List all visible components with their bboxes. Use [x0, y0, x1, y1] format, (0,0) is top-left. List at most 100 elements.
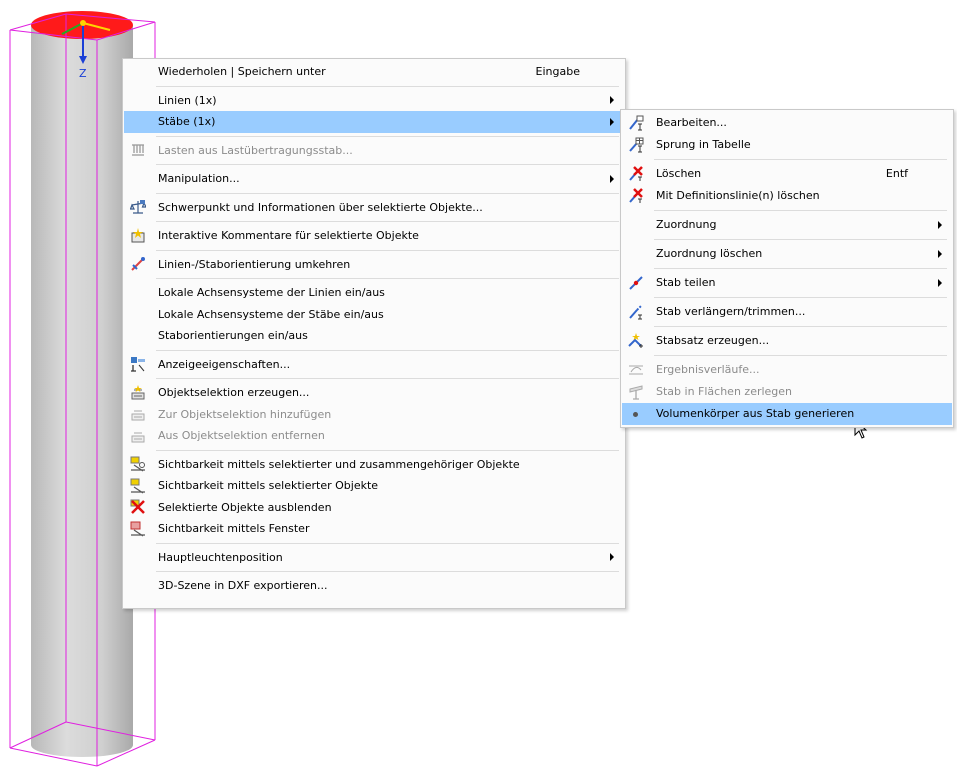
- menu-item-visibility-window[interactable]: Sichtbarkeit mittels Fenster: [124, 518, 624, 540]
- visibility-window-icon: [130, 521, 145, 537]
- menu-item-label: Ergebnisverläufe...: [656, 363, 760, 376]
- menu-item-local-axes-lines[interactable]: Lokale Achsensysteme der Linien ein/aus: [124, 282, 624, 304]
- menu-item-loads-from-load-transfer-member[interactable]: Lasten aus Lastübertragungsstab...: [124, 140, 624, 162]
- menu-item-label: Lasten aus Lastübertragungsstab...: [158, 143, 353, 157]
- menu-separator: [156, 85, 619, 87]
- menu-item-label: Mit Definitionslinie(n) löschen: [656, 189, 820, 202]
- menu-item-label: Zuordnung: [656, 218, 717, 231]
- menu-item-display-properties[interactable]: Anzeigeeigenschaften...: [124, 354, 624, 376]
- table-jump-icon: [629, 137, 644, 153]
- menu-item-manipulation[interactable]: Manipulation...: [124, 168, 624, 190]
- menu-item-visibility-selected[interactable]: Sichtbarkeit mittels selektierter Objekt…: [124, 475, 624, 497]
- menu-item-hide-selected[interactable]: Selektierte Objekte ausblenden: [124, 497, 624, 519]
- menu-item-label: Wiederholen | Speichern unter: [158, 65, 326, 78]
- extend-trim-icon: [629, 305, 642, 320]
- menu-item-label: Stäbe (1x): [158, 115, 216, 128]
- menu-separator: [156, 135, 619, 137]
- hide-selected-icon: [130, 499, 145, 515]
- divide-member-icon: [629, 276, 643, 290]
- menu-item-create-object-selection[interactable]: Objektselektion erzeugen...: [124, 382, 624, 404]
- menu-item-main-light-position[interactable]: Hauptleuchtenposition: [124, 547, 624, 569]
- menu-item-visibility-selected-and-related[interactable]: Sichtbarkeit mittels selektierter und zu…: [124, 454, 624, 476]
- menu-item-lines[interactable]: Linien (1x): [124, 90, 624, 112]
- menu-item-label: Lokale Achsensysteme der Linien ein/aus: [158, 286, 385, 299]
- menu-item-label: Sichtbarkeit mittels selektierter Objekt…: [158, 479, 379, 492]
- object-selection-icon: [131, 384, 145, 400]
- menu-item-label: Stabsatz erzeugen...: [656, 334, 770, 347]
- menu-separator: [156, 192, 619, 194]
- submenu-item-generate-solid[interactable]: Volumenkörper aus Stab generieren: [622, 403, 952, 425]
- shortcut-label: Entf: [885, 167, 908, 180]
- menu-item-label: Stab teilen: [656, 276, 716, 289]
- menu-separator: [156, 571, 619, 572]
- menu-item-remove-from-object-selection[interactable]: Aus Objektselektion entfernen: [124, 425, 624, 447]
- bullet-icon: [633, 411, 638, 417]
- menu-item-label: Löschen: [656, 167, 702, 180]
- menu-separator: [156, 249, 619, 251]
- menu-item-label: Lokale Achsensysteme der Stäbe ein/aus: [158, 307, 384, 321]
- menu-item-label: Objektselektion erzeugen...: [158, 386, 310, 399]
- menu-item-add-to-object-selection[interactable]: Zur Objektselektion hinzufügen: [124, 404, 624, 426]
- menu-separator: [156, 221, 619, 222]
- menu-item-centroid-info[interactable]: Schwerpunkt und Informationen über selek…: [124, 197, 624, 219]
- menu-item-interactive-comments[interactable]: Interaktive Kommentare für selektierte O…: [124, 225, 624, 247]
- menu-item-label: Zur Objektselektion hinzufügen: [158, 407, 332, 421]
- menu-separator: [156, 164, 619, 165]
- menu-item-label: Zuordnung löschen: [656, 247, 763, 260]
- member-set-icon: [628, 333, 643, 348]
- scale-balance-icon: [130, 200, 146, 214]
- menu-item-label: Volumenkörper aus Stab generieren: [656, 407, 855, 420]
- submenu-item-edit[interactable]: Bearbeiten...: [622, 112, 952, 134]
- load-transfer-icon: [132, 144, 144, 156]
- submenu-item-delete-assignment[interactable]: Zuordnung löschen: [622, 243, 952, 265]
- menu-item-label: Hauptleuchtenposition: [158, 550, 283, 564]
- menu-separator: [156, 449, 619, 451]
- menu-separator: [156, 278, 619, 279]
- menu-separator: [156, 542, 619, 544]
- context-menu: Wiederholen | Speichern unter Eingabe Li…: [122, 58, 626, 609]
- menu-item-label: Linien (1x): [158, 93, 217, 107]
- submenu-item-delete[interactable]: Löschen Entf: [622, 163, 952, 185]
- submenu-item-delete-with-definition-lines[interactable]: Mit Definitionslinie(n) löschen: [622, 185, 952, 207]
- submenu-item-split-into-surfaces[interactable]: Stab in Flächen zerlegen: [622, 381, 952, 403]
- submenu-item-jump-to-table[interactable]: Sprung in Tabelle: [622, 134, 952, 156]
- menu-separator: [654, 268, 947, 269]
- menu-separator: [654, 239, 947, 240]
- submenu-arrow-icon: [610, 174, 614, 183]
- cylinder-body[interactable]: [31, 25, 133, 757]
- menu-item-label: Stab in Flächen zerlegen: [656, 385, 793, 398]
- menu-item-repeat-save-as[interactable]: Wiederholen | Speichern unter Eingabe: [124, 61, 624, 83]
- comment-spark-icon: [131, 227, 145, 243]
- menu-item-label: Linien-/Staborientierung umkehren: [158, 257, 351, 271]
- menu-item-reverse-orientation[interactable]: Linien-/Staborientierung umkehren: [124, 254, 624, 276]
- shortcut-label: Eingabe: [535, 65, 580, 78]
- submenu-item-result-diagrams[interactable]: Ergebnisverläufe...: [622, 359, 952, 381]
- submenu-item-extend-trim[interactable]: Stab verlängern/trimmen...: [622, 301, 952, 323]
- menu-item-label: Anzeigeeigenschaften...: [158, 357, 291, 371]
- menu-item-label: Sichtbarkeit mittels selektierter und zu…: [158, 457, 520, 471]
- menu-item-label: Staborientierungen ein/aus: [158, 329, 308, 342]
- remove-selection-icon: [131, 432, 145, 443]
- visibility-related-icon: [130, 456, 145, 472]
- submenu-arrow-icon: [610, 117, 614, 126]
- menu-item-export-dxf[interactable]: 3D-Szene in DXF exportieren...: [124, 575, 624, 597]
- submenu-item-assignment[interactable]: Zuordnung: [622, 214, 952, 236]
- menu-item-label: Selektierte Objekte ausblenden: [158, 500, 332, 514]
- submenu-arrow-icon: [938, 250, 942, 258]
- menu-item-member-orientations[interactable]: Staborientierungen ein/aus: [124, 325, 624, 347]
- submenu-arrow-icon: [610, 96, 614, 105]
- menu-item-label: Sprung in Tabelle: [656, 138, 751, 151]
- menu-item-local-axes-members[interactable]: Lokale Achsensysteme der Stäbe ein/aus: [124, 304, 624, 326]
- submenu-arrow-icon: [610, 553, 614, 562]
- submenu-item-create-member-set[interactable]: Stabsatz erzeugen...: [622, 330, 952, 352]
- menu-item-members[interactable]: Stäbe (1x): [124, 111, 624, 133]
- edit-member-icon: [629, 115, 644, 131]
- menu-separator: [654, 210, 947, 211]
- menu-item-label: 3D-Szene in DXF exportieren...: [158, 579, 328, 592]
- menu-separator: [156, 378, 619, 379]
- menu-item-label: Bearbeiten...: [656, 116, 727, 129]
- submenu-item-divide-member[interactable]: Stab teilen: [622, 272, 952, 294]
- display-properties-icon: [131, 357, 145, 372]
- menu-item-label: Aus Objektselektion entfernen: [158, 429, 325, 442]
- menu-item-label: Sichtbarkeit mittels Fenster: [158, 522, 310, 535]
